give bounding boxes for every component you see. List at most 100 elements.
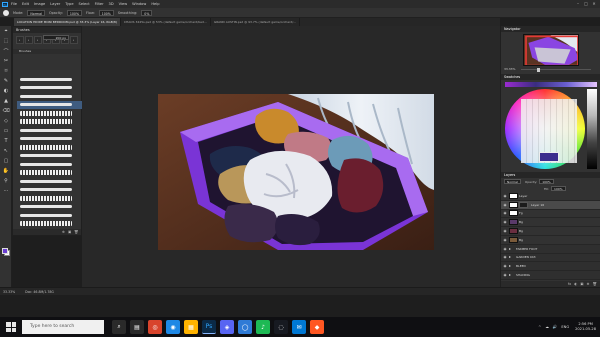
tab-swatches[interactable]: Swatches	[504, 74, 520, 80]
eraser-tool-icon[interactable]: ⌫	[2, 107, 10, 115]
layer-group-row[interactable]: ◉ ▸ BLEED	[501, 262, 600, 272]
brush-stroke-preview[interactable]	[17, 135, 83, 144]
brush-preset[interactable]: •	[15, 35, 24, 44]
task-view-icon[interactable]: ⌕	[112, 320, 126, 334]
crop-tool-icon[interactable]: ✂	[2, 57, 10, 65]
tray-overflow-icon[interactable]: ^	[538, 325, 541, 329]
gradient-tool-icon[interactable]: ◇	[2, 117, 10, 125]
brush-stroke-preview[interactable]	[17, 126, 83, 135]
layer-row[interactable]: ◉ Layer	[501, 192, 600, 201]
navigator-zoom-slider[interactable]	[521, 69, 591, 70]
layer-row[interactable]: ◉ Bg	[501, 218, 600, 228]
visibility-eye-icon[interactable]: ◉	[501, 194, 509, 198]
tab-layers[interactable]: Layers	[504, 172, 515, 178]
brush-tool-icon[interactable]: ✎	[2, 77, 10, 85]
brush-stroke-preview[interactable]	[17, 152, 83, 161]
maximize-icon[interactable]: □	[582, 1, 590, 6]
opacity-field[interactable]: 100%	[66, 9, 82, 16]
layer-row-selected[interactable]: ◉ Layer 16	[501, 200, 600, 210]
visibility-eye-icon[interactable]: ◉	[501, 229, 509, 233]
more-tools-icon[interactable]: ⋯	[2, 187, 10, 195]
app-icon[interactable]: ◯	[238, 320, 252, 334]
brush-stroke-preview[interactable]	[17, 143, 83, 152]
recent-swatches-bar[interactable]	[505, 82, 597, 87]
menu-filter[interactable]: Filter	[95, 2, 104, 6]
volume-icon[interactable]: 🔊	[553, 325, 557, 329]
spotify-icon[interactable]: ♪	[256, 320, 270, 334]
close-icon[interactable]: ✕	[590, 1, 598, 6]
layer-group-row[interactable]: ◉ ▸ FARMER FOOT	[501, 244, 600, 254]
steam-icon[interactable]: ◌	[274, 320, 288, 334]
brush-folder[interactable]: Brushes	[13, 49, 81, 54]
brush-preset[interactable]: •	[24, 35, 33, 44]
layer-group-row[interactable]: ◉ ▸ GARDEN 043	[501, 253, 600, 263]
marquee-tool-icon[interactable]: ⬚	[2, 37, 10, 45]
type-tool-icon[interactable]: T	[2, 137, 10, 145]
minimize-icon[interactable]: –	[574, 1, 582, 6]
delete-icon[interactable]: 🗑	[74, 230, 78, 234]
visibility-eye-icon[interactable]: ◉	[501, 203, 509, 207]
layer-group-row[interactable]: ◉ ▸ SHADING	[501, 271, 600, 280]
foreground-color-swatch[interactable]	[2, 248, 8, 254]
windows-start-icon[interactable]	[4, 320, 18, 334]
visibility-eye-icon[interactable]: ◉	[501, 238, 509, 242]
visibility-eye-icon[interactable]: ◉	[501, 273, 509, 277]
brush-stroke-preview[interactable]	[17, 203, 83, 212]
brush-preset[interactable]: •	[33, 35, 42, 44]
cloud-icon[interactable]: ☁	[545, 325, 549, 329]
layer-row[interactable]: ◉ Bg	[501, 236, 600, 245]
layer-row[interactable]: ◉ Bg	[501, 227, 600, 236]
layer-style-icon[interactable]: fx	[568, 282, 571, 286]
visibility-eye-icon[interactable]: ◉	[501, 220, 509, 224]
brush-stroke-preview[interactable]	[17, 194, 83, 203]
layer-row[interactable]: ◉ Fg	[501, 210, 600, 219]
delete-layer-icon[interactable]: 🗑	[593, 282, 597, 286]
file-explorer-icon[interactable]: ▤	[130, 320, 144, 334]
document-tab[interactable]: GRAND AUSTIN.psd @ 93.7% (default game/o…	[211, 18, 301, 26]
visibility-eye-icon[interactable]: ◉	[501, 255, 509, 259]
brush-stroke-preview[interactable]	[17, 177, 83, 186]
taskbar-clock[interactable]: 2:56 PM 2021-05-28	[575, 322, 596, 332]
chrome-icon[interactable]: ◎	[148, 320, 162, 334]
mode-select[interactable]: Normal	[27, 9, 45, 16]
add-mask-icon[interactable]: ▣	[580, 282, 583, 286]
stamp-tool-icon[interactable]: ◐	[2, 87, 10, 95]
taskbar-search-field[interactable]: Type here to search	[22, 320, 104, 334]
flow-field[interactable]: 100%	[98, 9, 114, 16]
brush-stroke-preview[interactable]	[17, 211, 83, 220]
new-group-icon[interactable]: ⊕	[62, 230, 66, 234]
path-select-tool-icon[interactable]: ↖	[2, 147, 10, 155]
language-indicator[interactable]: ENG	[561, 325, 569, 329]
document-canvas[interactable]	[158, 94, 434, 250]
navigator-thumbnail[interactable]	[523, 34, 579, 66]
menu-help[interactable]: Help	[151, 2, 159, 6]
layer-fill-field[interactable]: 100%	[551, 186, 566, 191]
new-brush-icon[interactable]: ▣	[68, 230, 72, 234]
document-tab-active[interactable]: LOCATION HIDDE MONI BEDROOM.psd @ 33.3% …	[14, 18, 121, 26]
navigator-zoom-value[interactable]: 33.33%	[504, 67, 515, 71]
brush-stroke-preview[interactable]	[17, 160, 83, 169]
navigator-zoom-knob[interactable]	[537, 67, 540, 72]
lasso-tool-icon[interactable]: ⌒	[2, 47, 10, 55]
browser-icon[interactable]: ◉	[166, 320, 180, 334]
move-tool-icon[interactable]: ⌖	[2, 27, 10, 35]
status-zoom[interactable]: 33.33%	[3, 290, 15, 294]
brush-stroke-preview[interactable]	[17, 75, 83, 84]
visibility-eye-icon[interactable]: ◉	[501, 264, 509, 268]
menu-edit[interactable]: Edit	[22, 2, 29, 6]
new-layer-icon[interactable]: ⊕	[587, 282, 590, 286]
menu-type[interactable]: Type	[65, 2, 73, 6]
hand-tool-icon[interactable]: ✋	[2, 167, 10, 175]
shape-tool-icon[interactable]: ▢	[2, 157, 10, 165]
adjustment-layer-icon[interactable]: ◐	[574, 282, 577, 286]
brush-stroke-preview[interactable]	[17, 84, 83, 93]
history-brush-icon[interactable]: ▲	[2, 97, 10, 105]
brush-size-field[interactable]: 200 px	[43, 35, 69, 40]
brightness-strip[interactable]	[587, 89, 597, 169]
eyedropper-tool-icon[interactable]: ⌑	[2, 67, 10, 75]
menu-image[interactable]: Image	[34, 2, 45, 6]
zoom-tool-icon[interactable]: ⚲	[2, 177, 10, 185]
visibility-eye-icon[interactable]: ◉	[501, 247, 509, 251]
folder-app-icon[interactable]: ▦	[184, 320, 198, 334]
brush-stroke-preview-selected[interactable]	[17, 100, 83, 109]
